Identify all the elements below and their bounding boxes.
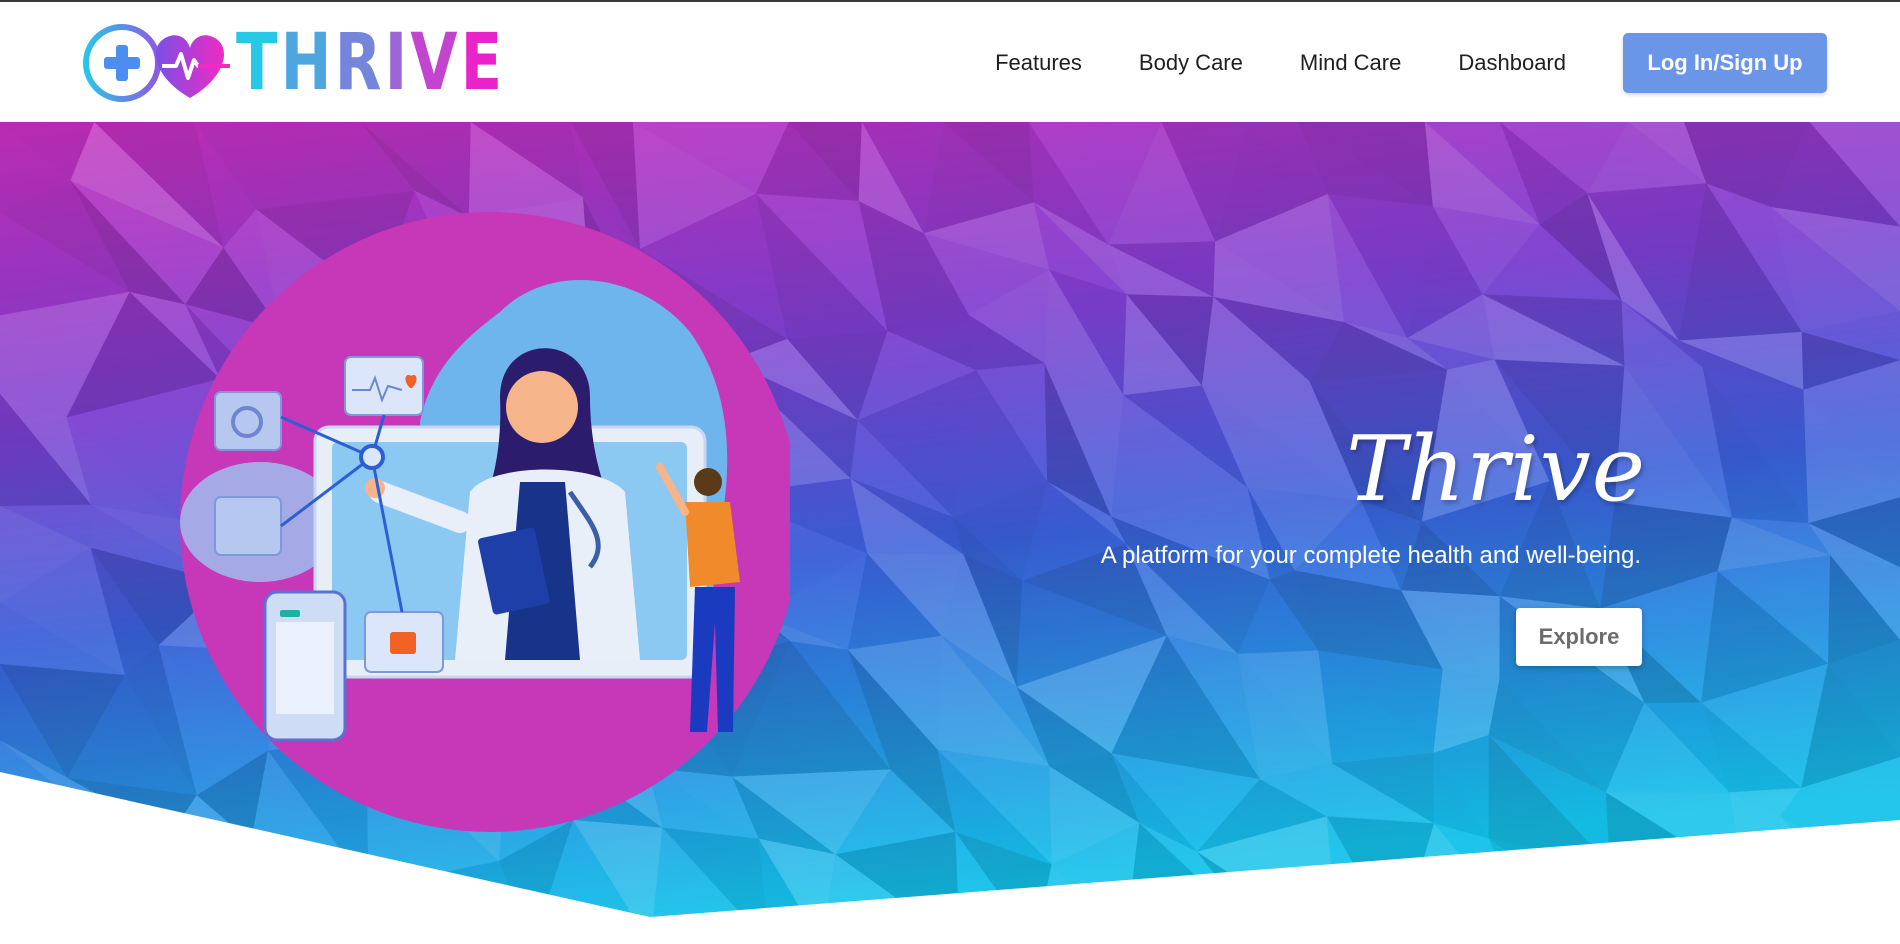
hero-title: Thrive [1346,417,1646,522]
doctor-telehealth-illustration [180,212,790,832]
login-signup-button[interactable]: Log In/Sign Up [1623,33,1827,93]
top-navbar: THRIVE Features Body Care Mind Care Dash… [0,0,1900,122]
explore-button[interactable]: Explore [1516,608,1642,666]
medical-cross-heart-pulse-icon [83,24,230,102]
nav-mind-care[interactable]: Mind Care [1300,50,1401,76]
logo-text: THRIVE [236,18,506,108]
hero-subtitle: A platform for your complete health and … [1100,542,1641,569]
nav-body-care[interactable]: Body Care [1139,50,1243,76]
nav-dashboard[interactable]: Dashboard [1458,50,1566,76]
hero-section: Thrive A platform for your complete heal… [0,122,1900,944]
nav-features[interactable]: Features [995,50,1082,76]
logo[interactable]: THRIVE [80,20,581,106]
page: THRIVE Features Body Care Mind Care Dash… [0,0,1900,944]
main-nav: Features Body Care Mind Care Dashboard L… [995,2,1900,124]
